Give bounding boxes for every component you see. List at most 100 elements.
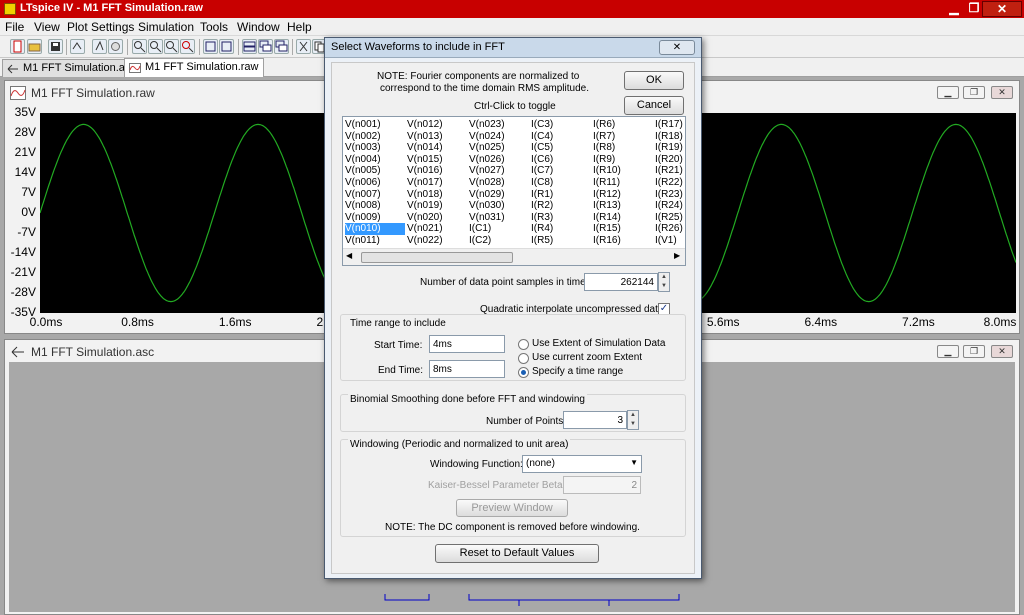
waveform-list-item[interactable]: I(R21) [655, 165, 715, 177]
radio-zoom-extent[interactable] [518, 353, 529, 364]
waveform-list-item[interactable]: I(R26) [655, 223, 715, 235]
waveform-list-item[interactable]: I(R12) [593, 189, 653, 201]
waveform-list-item[interactable]: I(R13) [593, 200, 653, 212]
scroll-right-icon[interactable]: ▶ [674, 251, 680, 260]
child-restore-button[interactable]: ❐ [963, 86, 985, 99]
radio-specify-range[interactable] [518, 367, 529, 378]
zoom-fit-icon[interactable] [164, 39, 179, 54]
waveform-list-item[interactable]: I(R1) [531, 189, 591, 201]
waveform-list-item[interactable]: V(n012) [407, 119, 467, 131]
waveform-list-item[interactable]: I(C2) [469, 235, 529, 247]
preview-window-button[interactable]: Preview Window [456, 499, 568, 517]
waveform-list-item[interactable]: V(n016) [407, 165, 467, 177]
waveform-list-item[interactable]: V(n010) [345, 223, 405, 235]
start-time-field[interactable]: 4ms [429, 335, 505, 353]
new-icon[interactable] [10, 39, 25, 54]
waveform-list-item[interactable]: V(n028) [469, 177, 529, 189]
dialog-close-button[interactable]: ✕ [659, 40, 695, 55]
child-close-button[interactable]: ✕ [991, 345, 1013, 358]
waveform-list-item[interactable]: I(R9) [593, 154, 653, 166]
waveform-list-item[interactable]: I(C3) [531, 119, 591, 131]
cancel-button[interactable]: Cancel [624, 96, 684, 115]
beta-field[interactable]: 2 [563, 476, 641, 494]
child-close-button[interactable]: ✕ [991, 86, 1013, 99]
waveform-list-item[interactable]: V(n030) [469, 200, 529, 212]
points-stepper[interactable]: ▲ ▼ [627, 410, 639, 430]
waveform-list-item[interactable]: I(R25) [655, 212, 715, 224]
plot-icon[interactable] [219, 39, 234, 54]
waveform-list-item[interactable]: I(R17) [655, 119, 715, 131]
control-panel-icon[interactable] [70, 39, 85, 54]
waveform-list-item[interactable]: I(R16) [593, 235, 653, 247]
menu-view[interactable]: View [34, 20, 60, 34]
waveform-list-item[interactable]: I(R3) [531, 212, 591, 224]
waveform-list-item[interactable]: V(n002) [345, 131, 405, 143]
waveform-listbox[interactable]: V(n001) V(n002) V(n003) V(n004) V(n005) V(n00… [342, 116, 686, 266]
waveform-list-item[interactable]: V(n006) [345, 177, 405, 189]
menu-window[interactable]: Window [237, 20, 280, 34]
waveform-list-item[interactable]: V(n004) [345, 154, 405, 166]
menu-tools[interactable]: Tools [200, 20, 228, 34]
waveform-list-item[interactable]: I(C6) [531, 154, 591, 166]
samples-field[interactable]: 262144 [584, 273, 658, 291]
waveform-list-item[interactable]: V(n014) [407, 142, 467, 154]
waveform-list-item[interactable]: I(C7) [531, 165, 591, 177]
waveform-list-item[interactable]: V(n001) [345, 119, 405, 131]
child-restore-button[interactable]: ❐ [963, 345, 985, 358]
waveform-list-item[interactable]: V(n011) [345, 235, 405, 247]
waveform-list-item[interactable]: I(C8) [531, 177, 591, 189]
reset-defaults-button[interactable]: Reset to Default Values [435, 544, 599, 563]
zoom-cancel-icon[interactable] [180, 39, 195, 54]
waveform-list-item[interactable]: I(R2) [531, 200, 591, 212]
waveform-list-item[interactable]: I(C4) [531, 131, 591, 143]
waveform-list-item[interactable]: I(R23) [655, 189, 715, 201]
waveform-list-item[interactable]: I(R8) [593, 142, 653, 154]
waveform-list-item[interactable]: I(C5) [531, 142, 591, 154]
waveform-list-item[interactable]: I(R20) [655, 154, 715, 166]
samples-stepper[interactable]: ▲ ▼ [658, 272, 670, 292]
child-minimize-button[interactable]: ▁ [937, 86, 959, 99]
window-function-select[interactable]: (none) ▼ [522, 455, 642, 473]
waveform-list-item[interactable]: I(V1) [655, 235, 715, 247]
waveform-list-item[interactable]: I(R24) [655, 200, 715, 212]
tab-schematic[interactable]: M1 FFT Simulation.asc [2, 59, 141, 77]
waveform-list-item[interactable]: V(n029) [469, 189, 529, 201]
cut-icon[interactable] [296, 39, 311, 54]
menu-file[interactable]: File [5, 20, 24, 34]
waveform-list-item[interactable]: V(n018) [407, 189, 467, 201]
waveform-list-item[interactable]: V(n015) [407, 154, 467, 166]
waveform-list-item[interactable]: I(R11) [593, 177, 653, 189]
waveform-list-item[interactable]: V(n020) [407, 212, 467, 224]
waveform-list-item[interactable]: V(n007) [345, 189, 405, 201]
save-icon[interactable] [48, 39, 63, 54]
waveform-list-item[interactable]: I(R14) [593, 212, 653, 224]
menu-plot-settings[interactable]: Plot Settings [67, 20, 134, 34]
open-icon[interactable] [27, 39, 42, 54]
run-icon[interactable] [92, 39, 107, 54]
waveform-list-item[interactable]: V(n022) [407, 235, 467, 247]
autorange-icon[interactable] [203, 39, 218, 54]
waveform-list-item[interactable]: V(n031) [469, 212, 529, 224]
waveform-list-item[interactable]: I(R10) [593, 165, 653, 177]
scroll-thumb[interactable] [361, 252, 513, 263]
points-field[interactable]: 3 [563, 411, 627, 429]
child-minimize-button[interactable]: ▁ [937, 345, 959, 358]
cascade-icon[interactable] [258, 39, 273, 54]
waveform-list-item[interactable]: V(n024) [469, 131, 529, 143]
waveform-list-item[interactable]: I(R15) [593, 223, 653, 235]
tile-icon[interactable] [242, 39, 257, 54]
waveform-list-item[interactable]: V(n008) [345, 200, 405, 212]
waveform-list-item[interactable]: V(n005) [345, 165, 405, 177]
waveform-list-item[interactable]: I(R18) [655, 131, 715, 143]
zoom-in-icon[interactable] [132, 39, 147, 54]
tab-waveform[interactable]: M1 FFT Simulation.raw [124, 58, 264, 77]
waveform-list-item[interactable]: V(n021) [407, 223, 467, 235]
listbox-hscrollbar[interactable]: ◀ ▶ [343, 248, 685, 265]
waveform-list-item[interactable]: V(n013) [407, 131, 467, 143]
waveform-list-item[interactable]: V(n019) [407, 200, 467, 212]
menu-help[interactable]: Help [287, 20, 312, 34]
waveform-list-item[interactable]: V(n025) [469, 142, 529, 154]
cascade-alt-icon[interactable] [274, 39, 289, 54]
waveform-list-item[interactable]: I(C1) [469, 223, 529, 235]
waveform-list-item[interactable]: I(R6) [593, 119, 653, 131]
